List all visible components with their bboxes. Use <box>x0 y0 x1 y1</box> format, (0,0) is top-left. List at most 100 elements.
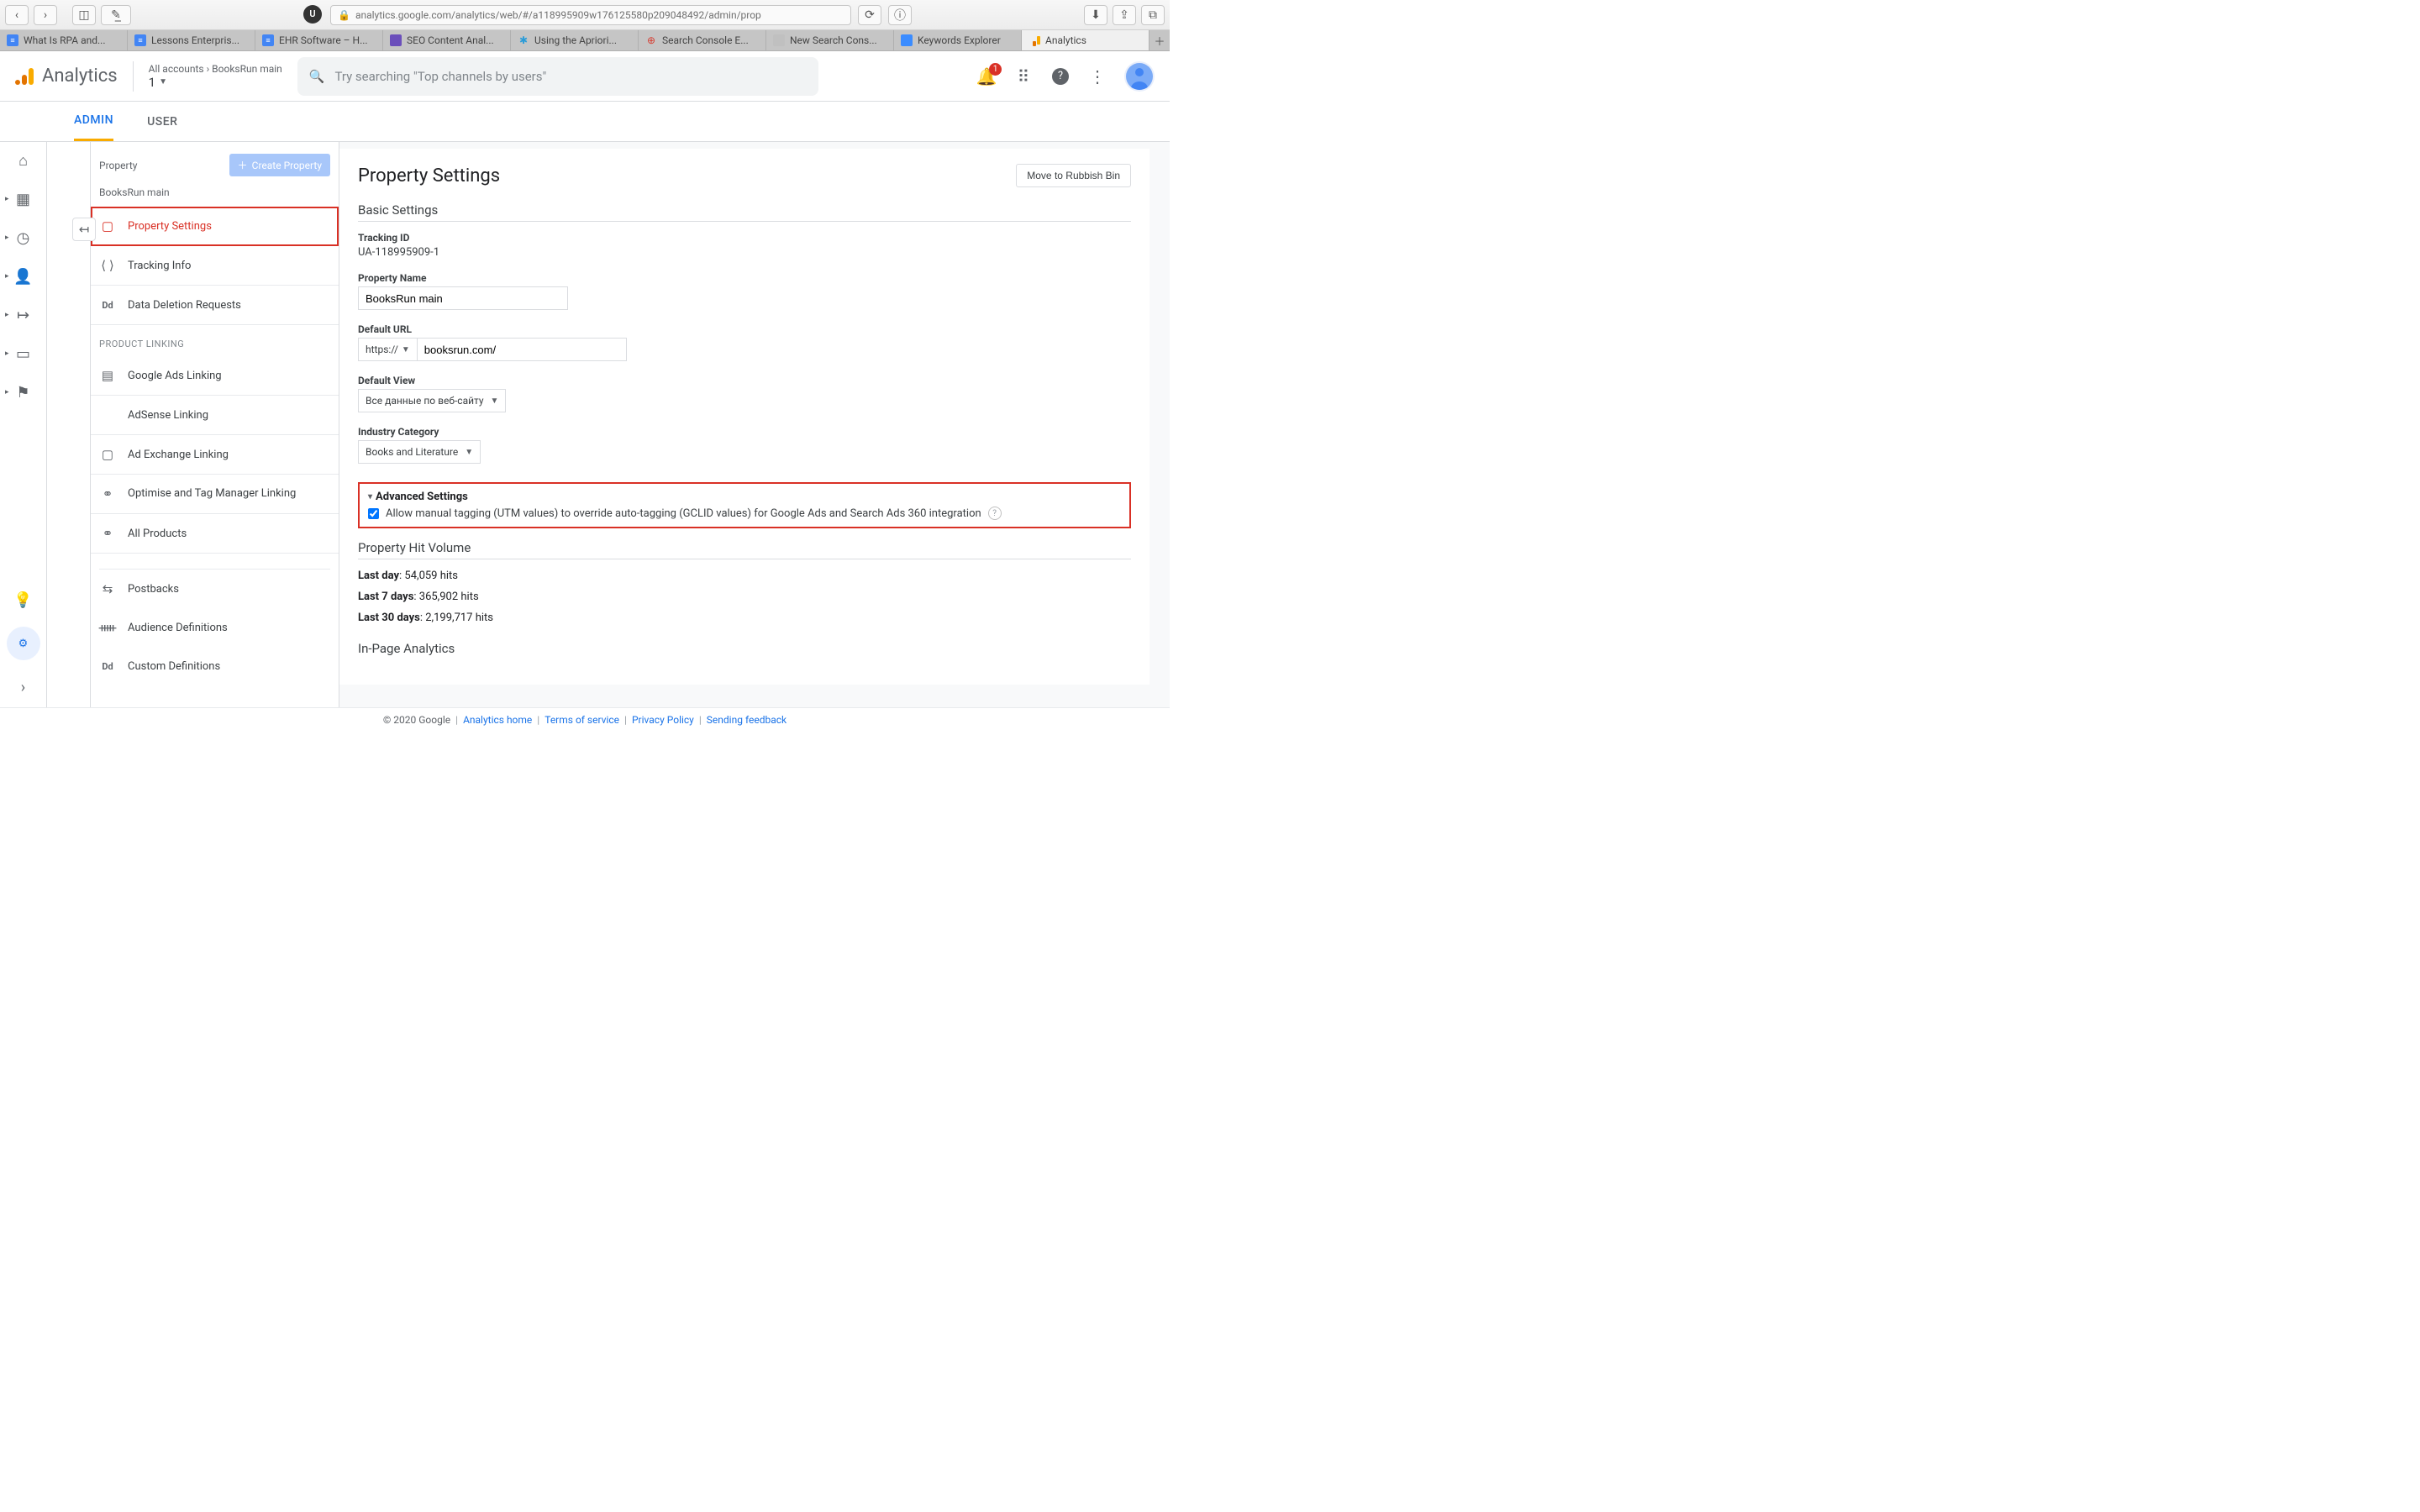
sidebar-item-property-settings[interactable]: ▢ Property Settings <box>91 207 339 246</box>
collapse-column-button[interactable]: ↤ <box>72 218 96 241</box>
analytics-icon <box>15 66 35 87</box>
browser-tab[interactable]: ⊕ Search Console E... <box>639 30 766 50</box>
extension-badge[interactable]: U <box>303 5 322 24</box>
sidebar-item-label: All Products <box>128 528 187 540</box>
default-view-select[interactable]: Все данные по веб-сайту▼ <box>358 389 506 412</box>
browser-tab[interactable]: ✱Using the Apriori... <box>511 30 639 50</box>
admin-user-tabs: ADMIN USER <box>0 102 1170 142</box>
link-icon: ⚭ <box>99 525 116 542</box>
help-icon[interactable]: ? <box>988 507 1002 520</box>
tab-user[interactable]: USER <box>147 102 177 141</box>
lock-icon: 🔒 <box>338 9 350 21</box>
browser-tab[interactable]: New Search Cons... <box>766 30 894 50</box>
tab-admin[interactable]: ADMIN <box>74 102 113 141</box>
search-bar[interactable]: 🔍 Try searching "Top channels by users" <box>297 57 818 96</box>
address-bar[interactable]: 🔒 analytics.google.com/analytics/web/#/a… <box>330 5 851 25</box>
account-avatar[interactable] <box>1124 61 1155 92</box>
sidebar-toggle-button[interactable]: ◫ <box>72 5 96 25</box>
footer-link-privacy[interactable]: Privacy Policy <box>632 714 694 726</box>
rail-flag[interactable]: ▸⚑ <box>0 382 46 402</box>
browser-tab-active[interactable]: Analytics <box>1022 30 1150 50</box>
tab-label: Analytics <box>1045 34 1086 46</box>
browser-tab[interactable]: ≡EHR Software – H... <box>255 30 383 50</box>
rail-discover[interactable]: 💡 <box>7 590 40 610</box>
more-vert-icon: ⋮ <box>1089 66 1106 87</box>
reader-button[interactable]: ✎̲ <box>101 5 131 25</box>
sidebar-item-adsense-linking[interactable]: AdSense Linking <box>91 396 339 435</box>
sidebar-item-adexchange-linking[interactable]: ▢ Ad Exchange Linking <box>91 435 339 475</box>
browser-tab[interactable]: Keywords Explorer <box>894 30 1022 50</box>
ga-logo[interactable]: Analytics <box>15 66 118 87</box>
tab-label: What Is RPA and... <box>24 34 106 46</box>
browser-tab[interactable]: ≡What Is RPA and... <box>0 30 128 50</box>
browser-tab[interactable]: SEO Content Anal... <box>383 30 511 50</box>
share-button[interactable]: ⇪ <box>1113 5 1136 25</box>
docs-icon: ≡ <box>134 34 146 46</box>
copyright: © 2020 Google <box>383 714 450 726</box>
sidebar-item-ads-linking[interactable]: ▤ Google Ads Linking <box>91 356 339 396</box>
rail-conversions[interactable]: ▸▭ <box>0 344 46 364</box>
nav-back-button[interactable]: ‹ <box>5 5 29 25</box>
sidebar-item-custom-def[interactable]: Dd Custom Definitions <box>91 647 339 685</box>
account-picker[interactable]: All accounts › BooksRun main 1▼ <box>149 63 282 90</box>
advanced-settings-box: ▾Advanced Settings Allow manual tagging … <box>358 482 1131 528</box>
apps-button[interactable]: ⠿ <box>1013 66 1034 87</box>
browser-tab[interactable]: ≡ Lessons Enterpris... <box>128 30 255 50</box>
site-icon: ⊕ <box>645 34 657 46</box>
manual-tagging-label: Allow manual tagging (UTM values) to ove… <box>386 507 981 520</box>
avatar-icon <box>1126 63 1153 90</box>
hit-7-label: Last 7 days <box>358 591 413 603</box>
rail-realtime[interactable]: ▸◷ <box>0 228 46 248</box>
property-heading: Property <box>99 160 137 171</box>
more-button[interactable]: ⋮ <box>1087 66 1107 87</box>
product-linking-heading: PRODUCT LINKING <box>91 325 339 356</box>
main-panel: Property Settings Move to Rubbish Bin Ba… <box>339 142 1170 707</box>
default-url-input[interactable] <box>417 338 627 361</box>
tracking-id-value: UA-118995909-1 <box>358 246 1131 259</box>
chevron-down-icon: ▼ <box>491 396 499 406</box>
admin-area: ↤ Property ＋Create Property BooksRun mai… <box>47 142 1170 707</box>
tracking-id-label: Tracking ID <box>358 232 1131 244</box>
footer-link-terms[interactable]: Terms of service <box>544 714 619 726</box>
sidebar-item-audience-def[interactable]: ᚔ Audience Definitions <box>91 608 339 647</box>
docs-icon: ≡ <box>262 34 274 46</box>
sidebar-item-optimise-linking[interactable]: ⚭ Optimise and Tag Manager Linking <box>91 475 339 514</box>
protocol-select[interactable]: https://▼ <box>358 338 417 361</box>
footer-link-feedback[interactable]: Sending feedback <box>707 714 786 726</box>
rail-acquisition[interactable]: ▸↦ <box>0 305 46 325</box>
sidebar-item-data-deletion[interactable]: Dd Data Deletion Requests <box>91 286 339 325</box>
tab-label: New Search Cons... <box>790 34 877 46</box>
sidebar-item-all-products[interactable]: ⚭ All Products <box>91 514 339 554</box>
rail-home[interactable]: ⌂ <box>0 150 46 171</box>
rail-customization[interactable]: ▸▦ <box>0 189 46 209</box>
rail-audience[interactable]: ▸👤 <box>0 266 46 286</box>
advanced-settings-heading: Advanced Settings <box>376 491 468 503</box>
footer-link-home[interactable]: Analytics home <box>463 714 532 726</box>
manual-tagging-checkbox[interactable] <box>368 508 379 519</box>
sidebar-item-label: Tracking Info <box>128 260 191 272</box>
nav-forward-button[interactable]: › <box>34 5 57 25</box>
tab-label: Search Console E... <box>662 34 749 46</box>
help-button[interactable]: ? <box>1050 66 1071 87</box>
tabs-button[interactable]: ⧉ <box>1141 5 1165 25</box>
notifications-button[interactable]: 🔔 1 <box>976 66 997 87</box>
rail-admin[interactable]: ⚙ <box>7 627 40 660</box>
sidebar-item-tracking-info[interactable]: ⟨ ⟩ Tracking Info <box>91 246 339 286</box>
blank-icon <box>99 407 116 423</box>
dd-icon: Dd <box>99 297 116 313</box>
tab-label: Lessons Enterpris... <box>151 34 239 46</box>
create-property-button[interactable]: ＋Create Property <box>229 154 330 176</box>
reload-button[interactable]: ⟳ <box>858 5 881 25</box>
default-url-label: Default URL <box>358 323 1131 335</box>
chevron-down-icon: ▼ <box>465 448 473 457</box>
dd-icon: Dd <box>99 658 116 675</box>
industry-category-select[interactable]: Books and Literature▼ <box>358 440 481 464</box>
new-tab-button[interactable]: ＋ <box>1150 30 1170 50</box>
rail-collapse[interactable]: › <box>7 677 40 697</box>
downloads-button[interactable]: ⬇ <box>1084 5 1107 25</box>
site-info-button[interactable]: ⓘ <box>888 5 912 25</box>
url-text: analytics.google.com/analytics/web/#/a11… <box>355 9 761 21</box>
property-name-input[interactable] <box>358 286 568 310</box>
move-to-rubbish-button[interactable]: Move to Rubbish Bin <box>1016 164 1131 187</box>
sidebar-item-postbacks[interactable]: ⇆ Postbacks <box>91 570 339 608</box>
